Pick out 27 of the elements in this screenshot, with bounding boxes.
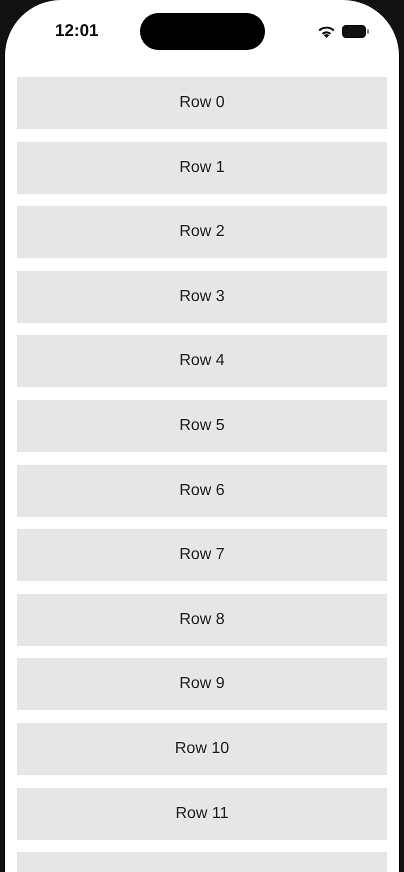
row-label: Row 2	[179, 223, 225, 242]
list-row[interactable]: Row 0	[17, 77, 387, 129]
row-label: Row 8	[179, 610, 225, 629]
list-row[interactable]: Row 8	[17, 594, 387, 646]
list-row[interactable]: Row 2	[17, 206, 387, 258]
row-label: Row 10	[174, 740, 230, 758]
list-row[interactable]: Row 6	[17, 464, 387, 517]
wifi-icon	[318, 24, 335, 38]
list-row[interactable]: Row 9	[17, 658, 387, 710]
row-label: Row 0	[179, 94, 225, 112]
list-row[interactable]: Row 7	[17, 529, 387, 582]
list-row[interactable]: Row 1	[17, 142, 387, 194]
battery-icon	[342, 24, 369, 38]
list-row[interactable]: Row 10	[17, 722, 387, 775]
status-time: 12:01	[55, 21, 98, 41]
row-label: Row 6	[179, 482, 225, 500]
list-row[interactable]: Row 5	[17, 400, 387, 452]
list-row[interactable]: Row 3	[17, 270, 387, 323]
list-row[interactable]: Row 11	[17, 788, 387, 840]
row-label: Row 4	[179, 352, 225, 370]
row-label: Row 1	[179, 158, 225, 177]
row-label: Row 9	[179, 675, 225, 694]
row-label: Row 3	[179, 288, 225, 306]
row-label: Row 5	[179, 416, 225, 435]
list-row[interactable]: Row 4	[17, 335, 387, 388]
row-label: Row 7	[179, 546, 225, 564]
row-label: Row 11	[175, 804, 229, 823]
